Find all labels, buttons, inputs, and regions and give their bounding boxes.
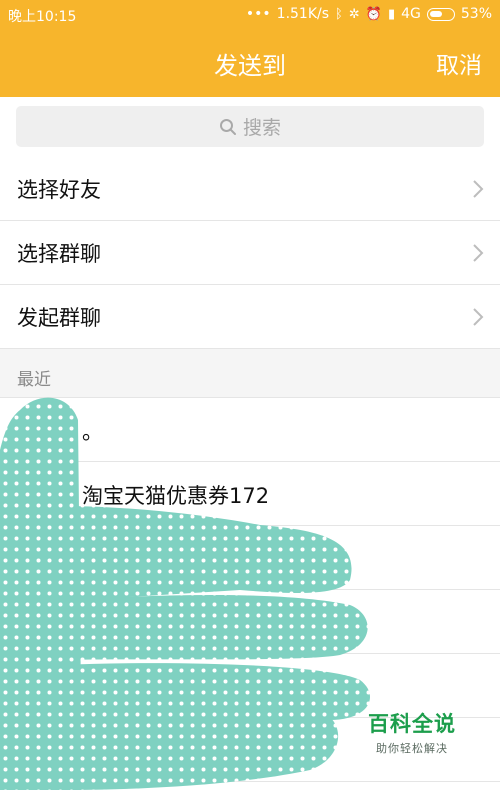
menu-item-label: 选择群聊 xyxy=(17,242,101,266)
menu-item-start-group[interactable]: 发起群聊 xyxy=(0,285,500,349)
chevron-right-icon xyxy=(472,243,484,267)
battery-icon xyxy=(426,7,455,21)
contact-name: 。 xyxy=(82,420,103,444)
menu-item-select-group[interactable]: 选择群聊 xyxy=(0,221,500,285)
watermark-logo: 百科全说 助你轻松解决 xyxy=(352,708,472,768)
dnd-icon: ✲ xyxy=(348,6,360,22)
network-type: 4G xyxy=(401,6,421,22)
cancel-button[interactable]: 取消 xyxy=(436,46,482,80)
contact-name: 淘宝天猫优惠券172 xyxy=(82,484,270,508)
bluetooth-icon: ᛒ xyxy=(335,6,343,22)
menu-item-select-friend[interactable]: 选择好友 xyxy=(0,157,500,221)
watermark-title: 百科全说 xyxy=(368,712,456,736)
search-input[interactable]: 搜索 xyxy=(16,106,484,147)
status-bar: 晚上10:15 ••• 1.51K/s ᛒ ✲ ⏰ ▮ 4G 53% xyxy=(0,0,500,30)
status-indicators: ••• 1.51K/s ᛒ ✲ ⏰ ▮ 4G 53% xyxy=(246,6,492,22)
search-section: 搜索 xyxy=(0,97,500,156)
nav-bar: 发送到 取消 xyxy=(0,30,500,97)
status-time: 晚上10:15 xyxy=(8,9,77,25)
chevron-right-icon xyxy=(472,179,484,203)
network-speed: 1.51K/s xyxy=(276,6,330,22)
recent-contact-row[interactable] xyxy=(0,526,500,590)
signal-icon: ▮ xyxy=(387,6,396,22)
alarm-icon: ⏰ xyxy=(365,6,382,22)
contact-name: г xyxy=(82,610,91,629)
battery-level: 53% xyxy=(460,6,492,22)
recent-header-label: 最近 xyxy=(17,370,51,390)
recent-contact-row[interactable]: г xyxy=(0,590,500,654)
search-placeholder: 搜索 xyxy=(242,117,281,139)
recent-section-header: 最近 xyxy=(0,349,500,398)
recent-contact-row[interactable]: 。 xyxy=(0,398,500,462)
chevron-right-icon xyxy=(472,307,484,331)
recent-contact-row[interactable]: 淘宝天猫优惠券172 xyxy=(0,462,500,526)
search-icon xyxy=(219,118,237,136)
page-title: 发送到 xyxy=(214,52,286,80)
menu-item-label: 选择好友 xyxy=(17,178,101,202)
watermark-subtitle: 助你轻松解决 xyxy=(376,742,448,755)
menu-item-label: 发起群聊 xyxy=(17,306,101,330)
more-dots-icon: ••• xyxy=(245,6,271,22)
